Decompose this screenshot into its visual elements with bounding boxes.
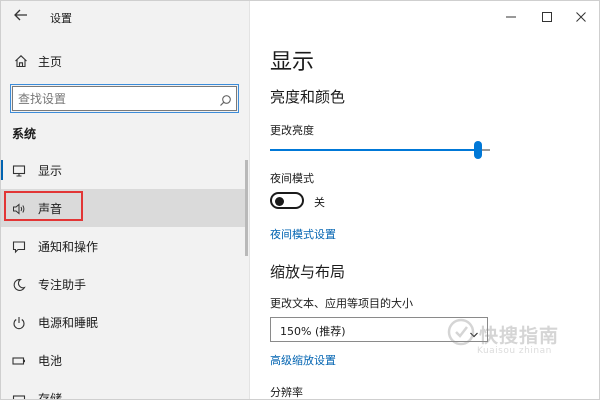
battery-icon: [12, 353, 26, 367]
search-box[interactable]: [10, 84, 239, 113]
night-mode-settings-link[interactable]: 夜间模式设置: [270, 226, 336, 242]
sidebar-item-label: 电源和睡眠: [38, 316, 99, 330]
advanced-scale-link[interactable]: 高级缩放设置: [270, 352, 336, 368]
slider-thumb[interactable]: [474, 141, 482, 159]
night-mode-toggle[interactable]: [270, 192, 304, 209]
notification-icon: [12, 239, 26, 254]
scale-section-heading: 缩放与布局: [270, 263, 346, 281]
back-arrow-icon[interactable]: [12, 6, 30, 24]
titlebar-right: [251, 0, 600, 34]
watermark: 快搜指南 Kuaisou zhinan: [447, 312, 587, 362]
close-icon[interactable]: [571, 8, 591, 26]
watermark-logo-icon: [447, 318, 475, 346]
maximize-icon[interactable]: [537, 8, 557, 26]
sidebar-item-label: 电池: [38, 354, 63, 368]
resolution-label: 分辨率: [270, 386, 303, 399]
sidebar-item-label: 声音: [38, 202, 63, 216]
selected-marker: [0, 160, 3, 180]
watermark-text: 快搜指南: [479, 325, 560, 347]
page-title: 显示: [270, 50, 315, 75]
monitor-icon: [12, 163, 26, 177]
sidebar-item-battery[interactable]: 电池: [0, 341, 246, 379]
home-nav-item[interactable]: 主页: [0, 48, 250, 74]
toggle-knob: [275, 196, 284, 206]
sidebar-item-power-sleep[interactable]: 电源和睡眠: [0, 303, 246, 341]
sidebar-item-storage[interactable]: 存储: [0, 379, 246, 400]
section-heading-system: 系统: [12, 127, 37, 141]
storage-icon: [12, 391, 26, 400]
night-mode-state: 关: [314, 196, 325, 209]
search-input[interactable]: [18, 90, 213, 108]
home-label: 主页: [38, 55, 63, 69]
minimize-icon[interactable]: [501, 8, 521, 26]
slider-track: [482, 149, 490, 151]
slider-fill: [270, 149, 474, 151]
brightness-section-heading: 亮度和颜色: [270, 88, 346, 106]
home-icon: [14, 53, 28, 68]
watermark-subtext: Kuaisou zhinan: [477, 346, 552, 356]
speaker-icon: [12, 201, 26, 215]
sidebar-item-label: 显示: [38, 164, 63, 178]
titlebar-left: 设置: [0, 0, 250, 34]
night-mode-label: 夜间模式: [270, 172, 314, 185]
sidebar-scrollbar[interactable]: [245, 160, 248, 256]
moon-icon: [12, 277, 26, 291]
scale-dropdown-value: 150% (推荐): [280, 325, 346, 338]
brightness-label: 更改亮度: [270, 124, 314, 137]
sidebar-item-label: 专注助手: [38, 278, 87, 292]
window-title: 设置: [50, 12, 72, 25]
power-icon: [12, 315, 26, 330]
scale-label: 更改文本、应用等项目的大小: [270, 297, 413, 310]
sidebar-item-focus-assist[interactable]: 专注助手: [0, 265, 246, 303]
sidebar-item-display[interactable]: 显示: [0, 151, 246, 189]
sidebar-item-notifications[interactable]: 通知和操作: [0, 227, 246, 265]
brightness-slider[interactable]: [270, 141, 490, 159]
sidebar-item-label: 存储: [38, 392, 63, 400]
sidebar-item-sound[interactable]: 声音: [0, 189, 246, 227]
sidebar-item-label: 通知和操作: [38, 240, 99, 254]
search-icon[interactable]: [219, 92, 232, 106]
